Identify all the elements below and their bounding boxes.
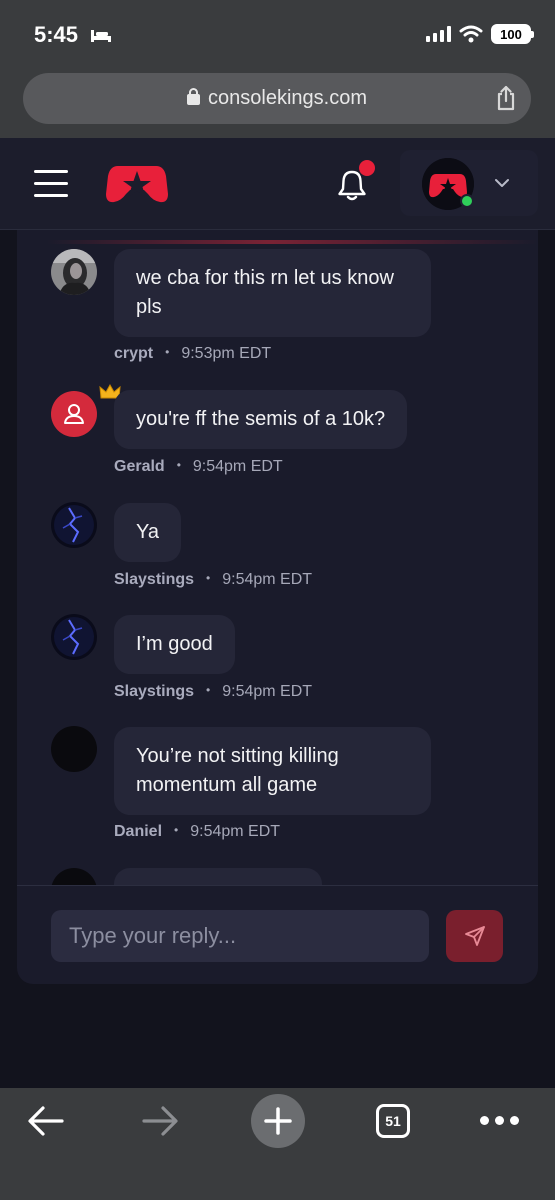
- author-name[interactable]: Daniel: [114, 823, 162, 840]
- new-tab-button[interactable]: [251, 1094, 305, 1148]
- author-avatar[interactable]: [51, 614, 97, 660]
- plus-icon: [264, 1107, 292, 1135]
- status-time: 5:45: [34, 22, 79, 47]
- author-avatar[interactable]: [51, 502, 97, 548]
- reply-input[interactable]: [51, 910, 429, 962]
- message-bubble: [114, 868, 322, 885]
- message-meta: Daniel • 9:54pm EDT: [114, 823, 281, 840]
- lock-icon: [187, 88, 201, 105]
- message-time: 9:54pm EDT: [192, 458, 283, 475]
- message-time: 9:54pm EDT: [222, 571, 313, 588]
- chat-panel: we cba for this rn let us know pls crypt…: [17, 230, 538, 984]
- back-arrow-icon[interactable]: [26, 1104, 66, 1138]
- cellular-signal-icon: [426, 26, 451, 42]
- console-kings-logo[interactable]: [106, 162, 168, 204]
- url-text: consolekings.com: [208, 87, 367, 109]
- default-user-icon[interactable]: [51, 391, 97, 437]
- message-meta: Slaystings • 9:54pm EDT: [114, 571, 313, 588]
- message-bubble: You’re not sitting killing momentum all …: [114, 727, 431, 815]
- message-meta: crypt • 9:53pm EDT: [114, 345, 272, 362]
- author-name[interactable]: Slaystings: [114, 571, 194, 588]
- message-time: 9:53pm EDT: [181, 345, 272, 362]
- address-bar[interactable]: consolekings.com: [23, 73, 531, 124]
- more-menu-icon[interactable]: [480, 1116, 519, 1125]
- send-icon: [464, 926, 485, 946]
- share-icon[interactable]: [493, 85, 519, 111]
- author-name[interactable]: crypt: [114, 345, 153, 362]
- browser-address-area: consolekings.com: [0, 66, 555, 138]
- browser-toolbar: 51: [0, 1088, 555, 1200]
- send-button[interactable]: [446, 910, 503, 962]
- message-list[interactable]: we cba for this rn let us know pls crypt…: [17, 230, 538, 885]
- site-header: [0, 138, 555, 230]
- message-meta: Slaystings • 9:54pm EDT: [114, 683, 313, 700]
- author-name[interactable]: Gerald: [114, 458, 165, 475]
- message-time: 9:54pm EDT: [222, 683, 313, 700]
- message-time: 9:54pm EDT: [190, 823, 281, 840]
- author-avatar[interactable]: [51, 726, 97, 772]
- message-bubble: we cba for this rn let us know pls: [114, 249, 431, 337]
- chevron-down-icon: [495, 179, 509, 187]
- battery-indicator: 100: [491, 24, 534, 44]
- author-name[interactable]: Slaystings: [114, 683, 194, 700]
- forward-arrow-icon[interactable]: [140, 1104, 180, 1138]
- divider: [17, 885, 538, 886]
- message-bubble: Ya: [114, 503, 181, 562]
- tabs-button[interactable]: 51: [376, 1104, 410, 1138]
- status-bar: 5:45 100: [0, 0, 555, 66]
- message-bubble: I’m good: [114, 615, 235, 674]
- profile-menu[interactable]: [400, 150, 538, 216]
- message-meta: Gerald • 9:54pm EDT: [114, 458, 283, 475]
- online-status-dot: [460, 194, 474, 208]
- message-bubble: you're ff the semis of a 10k?: [114, 390, 408, 449]
- author-avatar[interactable]: [51, 249, 97, 295]
- notification-badge: [359, 160, 375, 176]
- menu-icon[interactable]: [34, 170, 68, 198]
- wifi-icon: [459, 25, 483, 43]
- author-avatar[interactable]: [51, 868, 97, 885]
- sleep-mode-icon: [91, 30, 111, 42]
